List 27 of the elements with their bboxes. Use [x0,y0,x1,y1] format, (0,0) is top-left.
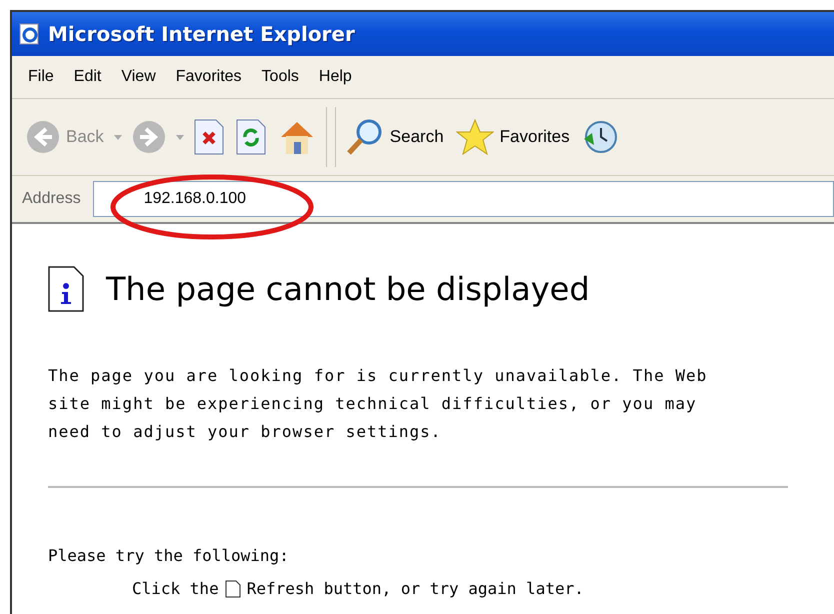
stop-icon [194,119,224,155]
search-button[interactable]: Search [344,116,446,158]
dropdown-caret-icon[interactable] [114,134,122,140]
menu-item[interactable]: Edit [66,66,110,88]
menu-item[interactable]: Tools [254,66,307,88]
suggestion-text: Refresh button, or try again later. [246,579,584,598]
suggestions-heading: Please try the following: [48,546,290,565]
dropdown-caret-icon[interactable] [176,134,184,140]
star-icon [456,119,494,155]
menu-item[interactable]: View [113,66,164,88]
stop-button[interactable] [192,117,226,157]
menu-item[interactable]: Help [310,66,360,88]
clock-icon [582,119,618,155]
refresh-button[interactable] [234,117,268,157]
menu-item[interactable]: File [20,66,62,88]
error-description: The page you are looking for is currently unavailable. The Web site might be experiencing technical difficulties, or you may need to adjust your browser settings. [48,365,708,443]
address-label: Address [21,190,82,208]
window-title: Microsoft Internet Explorer [48,22,355,46]
address-field[interactable]: 192.168.0.100 [92,181,834,217]
menu-item[interactable]: Favorites [168,66,250,88]
info-page-icon [48,266,84,312]
suggestion-text: Click the [132,579,219,598]
search-icon [346,118,384,156]
error-heading: The page cannot be displayed [106,270,590,308]
favorites-button[interactable]: Favorites [454,117,572,157]
refresh-page-icon [224,580,241,598]
refresh-icon [236,119,266,155]
